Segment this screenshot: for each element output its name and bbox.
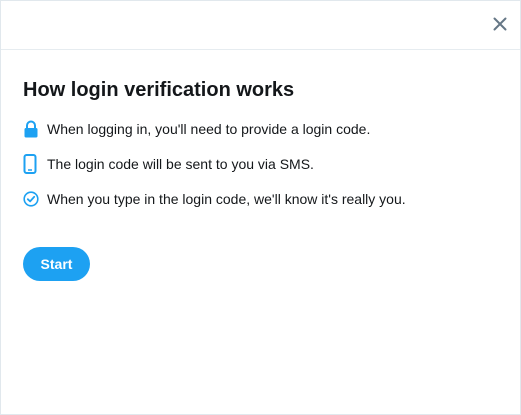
- phone-icon: [23, 154, 41, 174]
- dialog-header: [1, 1, 520, 50]
- step-item-verified: When you type in the login code, we'll k…: [23, 189, 498, 209]
- close-button[interactable]: [490, 14, 510, 34]
- check-circle-icon: [23, 189, 41, 209]
- dialog-title: How login verification works: [23, 79, 295, 101]
- start-button[interactable]: Start: [23, 247, 90, 281]
- step-text: The login code will be sent to you via S…: [47, 156, 314, 172]
- steps-list: When logging in, you'll need to provide …: [23, 119, 498, 209]
- step-text: When you type in the login code, we'll k…: [47, 191, 406, 207]
- lock-icon: [23, 119, 41, 139]
- dialog-body: How login verification works When loggin…: [1, 79, 520, 281]
- step-item-login-code: When logging in, you'll need to provide …: [23, 119, 498, 139]
- login-verification-dialog: How login verification works When loggin…: [0, 0, 521, 415]
- step-text: When logging in, you'll need to provide …: [47, 121, 371, 137]
- close-icon: [493, 17, 507, 31]
- step-item-sms: The login code will be sent to you via S…: [23, 154, 498, 174]
